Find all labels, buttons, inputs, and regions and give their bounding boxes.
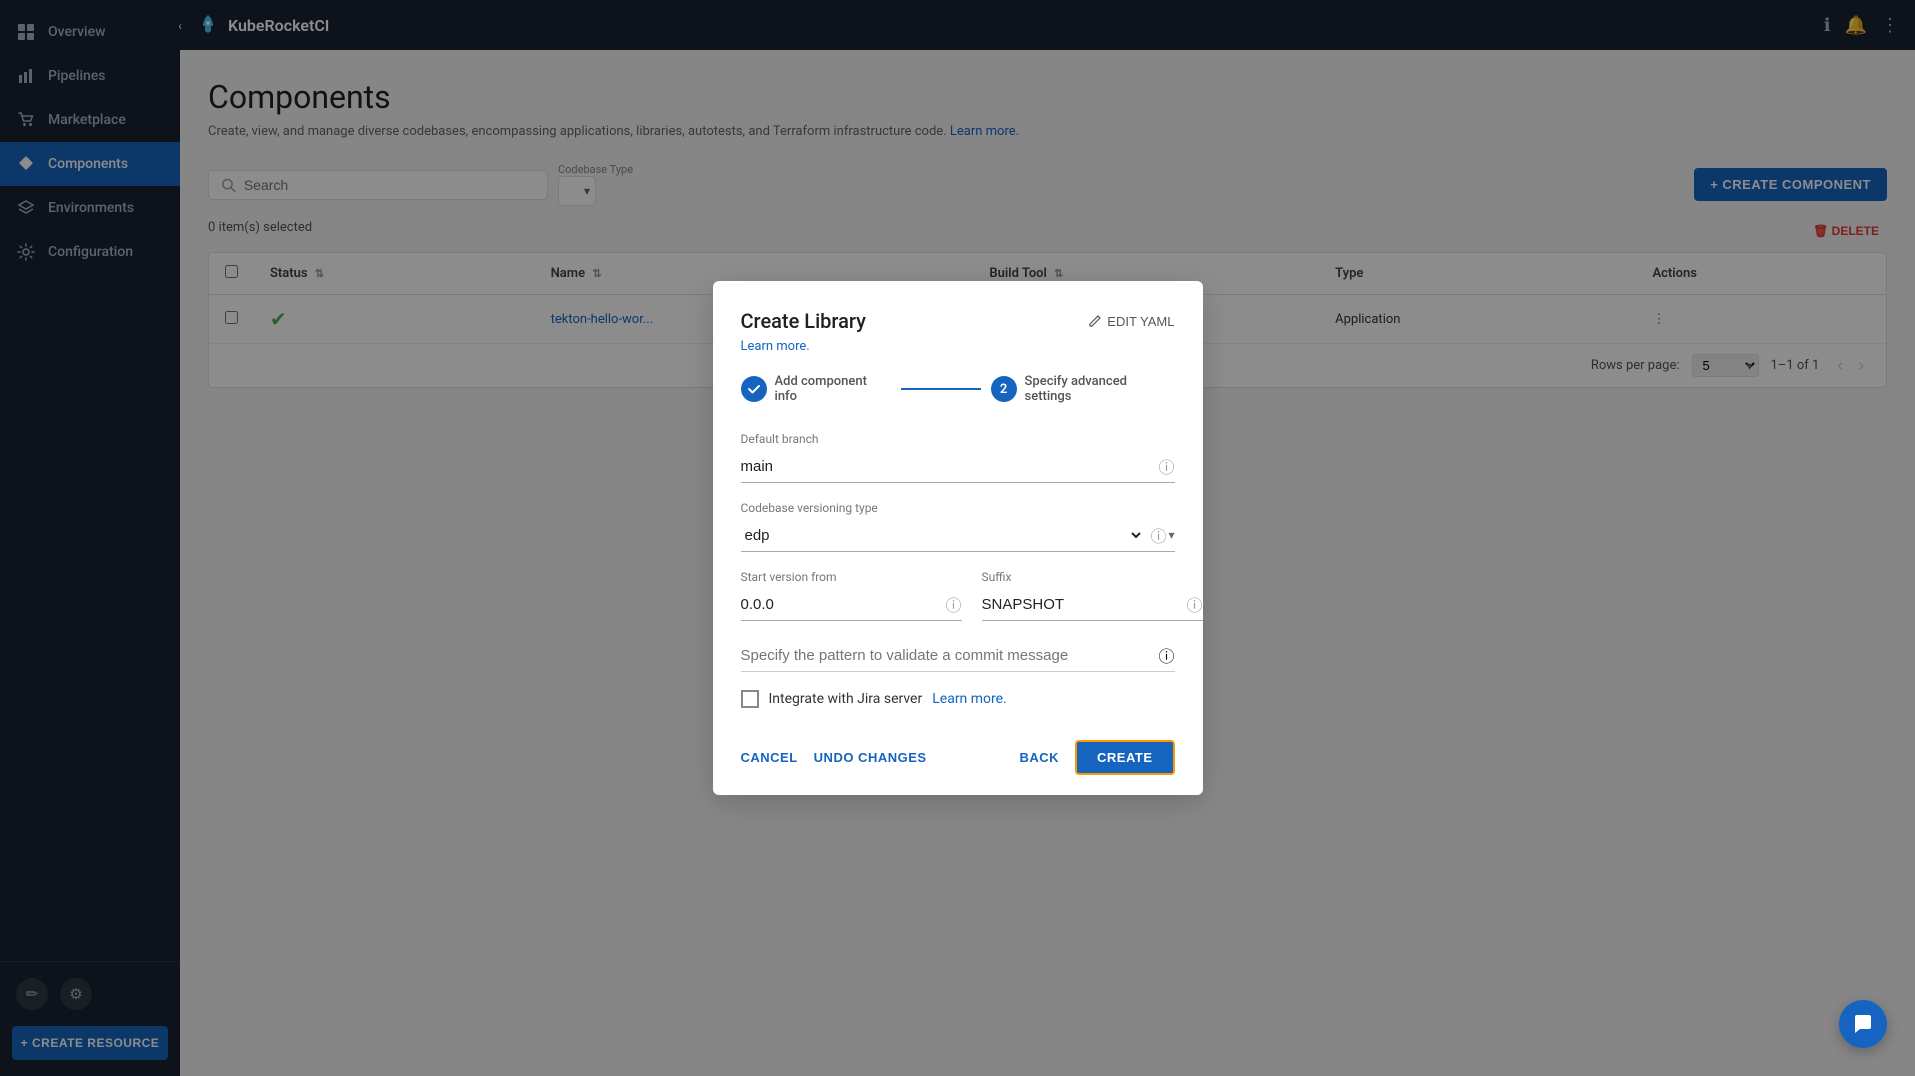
stepper: Add component info 2 Specify advanced se… [741,374,1175,404]
modal-title: Create Library [741,309,866,333]
codebase-versioning-label: Codebase versioning type [741,501,1175,515]
create-library-modal: Create Library EDIT YAML Learn more. Add… [713,281,1203,795]
default-branch-input[interactable] [741,456,1153,477]
start-version-info-icon[interactable]: ⓘ [946,592,962,616]
step-connector [901,388,981,390]
checkmark-icon [747,382,761,396]
step2-label: Specify advanced settings [1025,374,1175,404]
checkbox-unchecked-icon [743,692,757,706]
pencil-icon [1088,314,1102,328]
start-version-field: Start version from ⓘ [741,570,962,621]
step-2: 2 Specify advanced settings [991,374,1175,404]
version-suffix-row: Start version from ⓘ Suffix ⓘ [741,570,1175,639]
jira-row: Integrate with Jira server Learn more. [741,690,1175,708]
edit-yaml-button[interactable]: EDIT YAML [1088,314,1174,329]
suffix-info-icon[interactable]: ⓘ [1187,592,1203,616]
suffix-input-wrapper: ⓘ [982,588,1203,621]
step1-label: Add component info [775,374,891,404]
default-branch-label: Default branch [741,432,1175,446]
create-button[interactable]: CREATE [1075,740,1174,775]
codebase-versioning-input-wrapper: edp semver default ⓘ ▾ [741,519,1175,552]
suffix-label: Suffix [982,570,1203,584]
default-branch-info-icon[interactable]: ⓘ [1158,454,1174,478]
default-branch-field: Default branch ⓘ [741,432,1175,483]
versioning-info-icon[interactable]: ⓘ [1150,523,1166,547]
versioning-dropdown-icon[interactable]: ▾ [1168,528,1174,542]
codebase-versioning-field: Codebase versioning type edp semver defa… [741,501,1175,552]
modal-overlay[interactable]: Create Library EDIT YAML Learn more. Add… [0,0,1915,1076]
start-version-label: Start version from [741,570,962,584]
undo-changes-button[interactable]: UNDO CHANGES [814,750,927,765]
commit-pattern-field: ⓘ [741,639,1175,672]
cancel-button[interactable]: CANCEL [741,750,798,765]
step2-circle: 2 [991,376,1017,402]
default-branch-input-wrapper: ⓘ [741,450,1175,483]
suffix-input[interactable] [982,594,1181,615]
chat-fab-button[interactable] [1839,1000,1887,1048]
commit-pattern-info-icon[interactable]: ⓘ [1158,643,1174,667]
back-button[interactable]: BACK [1019,750,1059,765]
codebase-versioning-select[interactable]: edp semver default [741,524,1145,547]
jira-learn-more-link[interactable]: Learn more. [932,691,1007,707]
start-version-input[interactable] [741,594,940,615]
chat-icon [1852,1013,1874,1035]
commit-pattern-input[interactable] [741,647,1159,664]
modal-learn-more-link[interactable]: Learn more. [741,339,1175,354]
start-version-input-wrapper: ⓘ [741,588,962,621]
step-1: Add component info [741,374,891,404]
modal-header: Create Library EDIT YAML [741,309,1175,333]
step1-circle [741,376,767,402]
jira-label: Integrate with Jira server [769,691,923,707]
suffix-field: Suffix ⓘ [982,570,1203,621]
jira-checkbox[interactable] [741,690,759,708]
modal-footer: CANCEL UNDO CHANGES BACK CREATE [741,732,1175,775]
